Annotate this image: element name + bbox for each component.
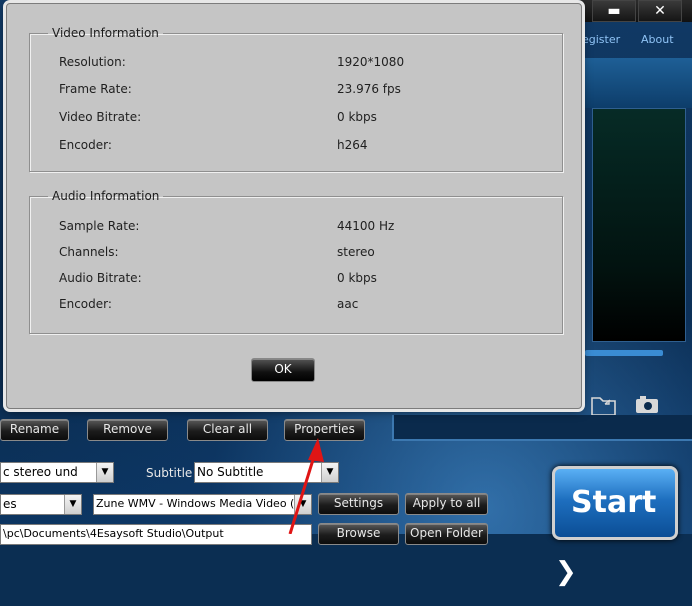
frame-rate-value: 23.976 fps (337, 82, 401, 96)
frame-rate-label: Frame Rate: (59, 82, 132, 96)
audio-bitrate-label: Audio Bitrate: (59, 271, 142, 285)
audio-bitrate-value: 0 kbps (337, 271, 377, 285)
sample-rate-label: Sample Rate: (59, 219, 140, 233)
channels-label: Channels: (59, 245, 119, 259)
video-bitrate-value: 0 kbps (337, 110, 377, 124)
play-arrow-icon: ❯ (555, 557, 577, 587)
video-encoder-value: h264 (337, 138, 368, 152)
resolution-value: 1920*1080 (337, 55, 405, 69)
audio-information-group: Audio Information (29, 189, 563, 334)
audio-encoder-value: aac (337, 297, 359, 311)
audio-information-title: Audio Information (52, 189, 160, 203)
video-information-title: Video Information (52, 26, 159, 40)
channels-value: stereo (337, 245, 375, 259)
video-encoder-label: Encoder: (59, 138, 112, 152)
properties-dialog: Video Information Resolution: 1920*1080 … (6, 3, 582, 409)
ok-button[interactable]: OK (251, 358, 315, 382)
sample-rate-value: 44100 Hz (337, 219, 395, 233)
audio-encoder-label: Encoder: (59, 297, 112, 311)
resolution-label: Resolution: (59, 55, 126, 69)
video-bitrate-label: Video Bitrate: (59, 110, 142, 124)
